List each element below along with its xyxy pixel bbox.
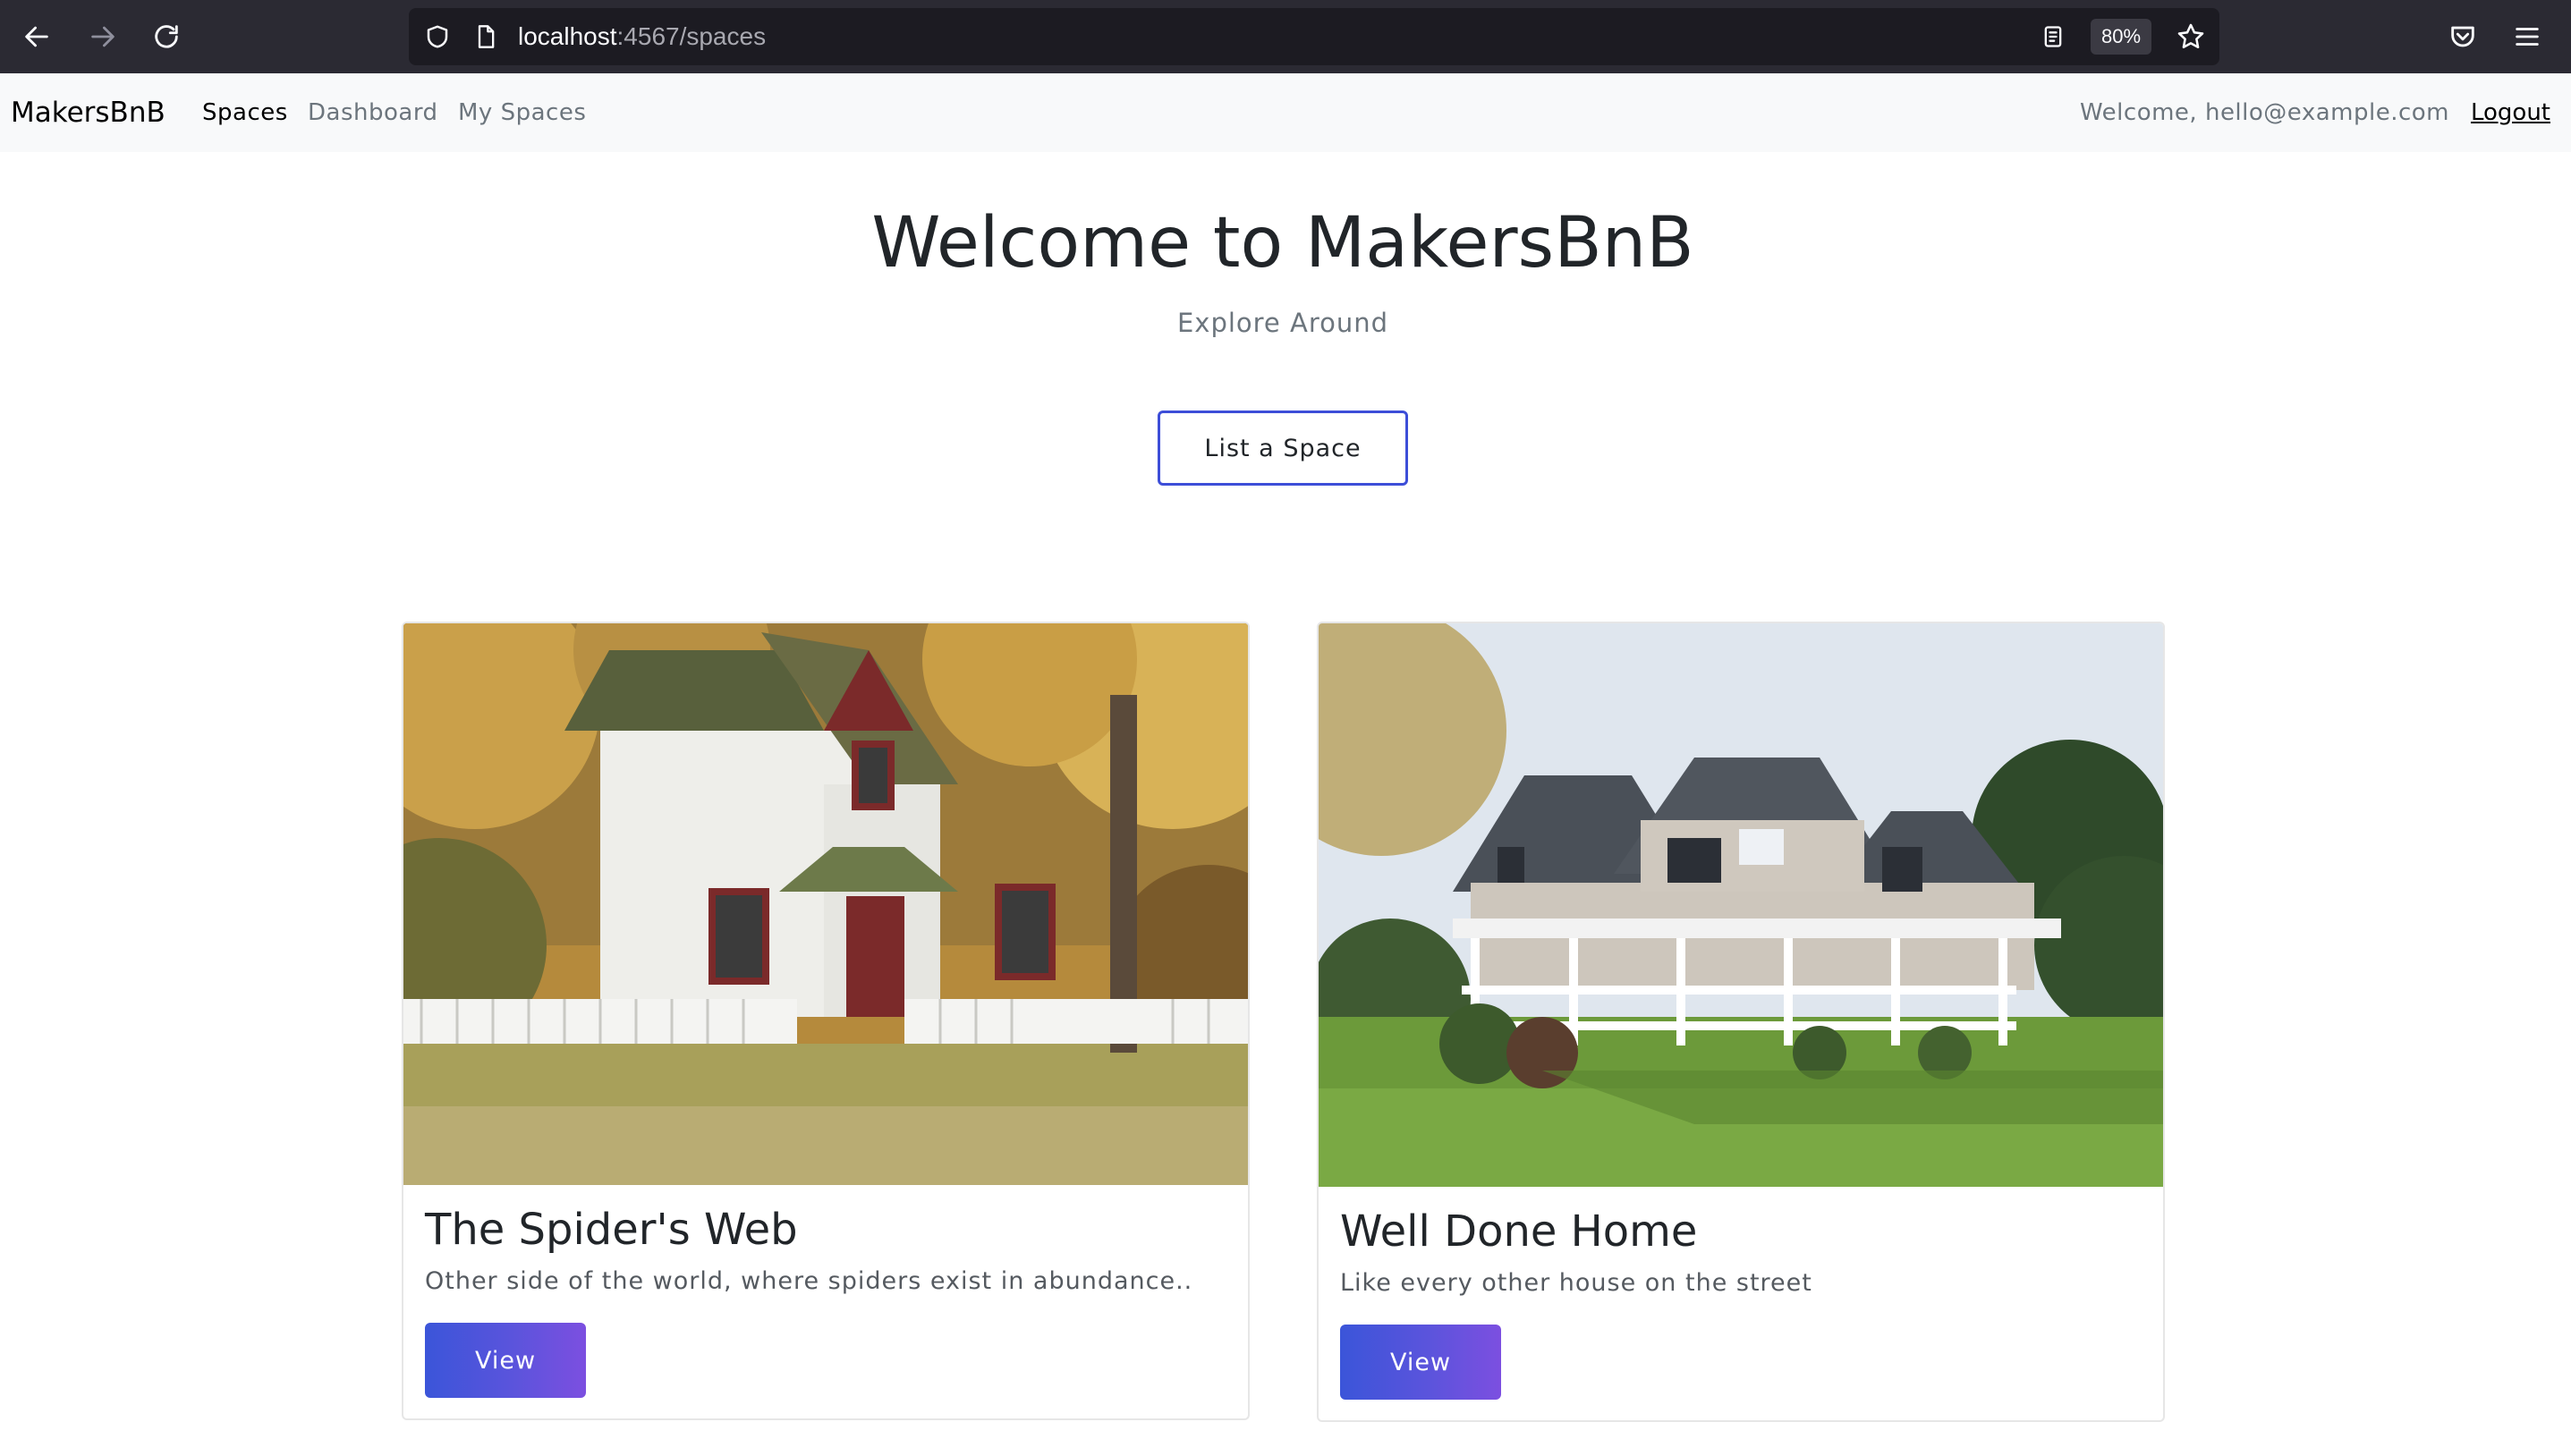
nav-link-spaces[interactable]: Spaces <box>202 73 288 152</box>
space-title: The Spider's Web <box>425 1205 798 1255</box>
page-subtitle: Explore Around <box>1176 308 1389 338</box>
pocket-icon[interactable] <box>2442 16 2483 57</box>
shield-icon[interactable] <box>420 19 455 55</box>
view-space-button[interactable]: View <box>1340 1325 1501 1400</box>
page-icon <box>468 19 504 55</box>
url-path: :4567/spaces <box>616 22 767 50</box>
space-description: Like every other house on the street <box>1340 1269 1812 1297</box>
forward-arrow-icon[interactable] <box>82 16 123 57</box>
reader-view-icon[interactable] <box>2035 19 2071 55</box>
view-space-button[interactable]: View <box>425 1323 586 1398</box>
nav-link-my-spaces[interactable]: My Spaces <box>458 73 586 152</box>
space-photo-porch-house <box>1319 623 2163 1187</box>
hamburger-menu-icon[interactable] <box>2507 16 2548 57</box>
space-card: Well Done Home Like every other house on… <box>1317 622 2165 1422</box>
space-card: The Spider's Web Other side of the world… <box>402 622 1250 1420</box>
space-description: Other side of the world, where spiders e… <box>425 1267 1193 1295</box>
reload-icon[interactable] <box>146 16 187 57</box>
url-text[interactable]: localhost:4567/spaces <box>518 8 766 65</box>
app-navbar: MakersBnB Spaces Dashboard My Spaces Wel… <box>0 73 2571 152</box>
page-title: Welcome to MakersBnB <box>871 203 1694 284</box>
url-host: localhost <box>518 22 617 50</box>
zoom-level-badge[interactable]: 80% <box>2091 19 2152 55</box>
list-a-space-button[interactable]: List a Space <box>1158 411 1408 486</box>
browser-toolbar: localhost:4567/spaces 80% <box>0 0 2571 73</box>
logout-link[interactable]: Logout <box>2471 73 2550 152</box>
back-arrow-icon[interactable] <box>16 16 57 57</box>
space-photo-autumn-house <box>403 623 1248 1185</box>
brand-logo-link[interactable]: MakersBnB <box>11 73 165 152</box>
welcome-user-text: Welcome, hello@example.com <box>2080 99 2449 126</box>
bookmark-star-icon[interactable] <box>2171 17 2210 56</box>
url-bar[interactable]: localhost:4567/spaces 80% <box>409 8 2219 65</box>
space-title: Well Done Home <box>1340 1206 1698 1257</box>
nav-link-dashboard[interactable]: Dashboard <box>308 73 438 152</box>
